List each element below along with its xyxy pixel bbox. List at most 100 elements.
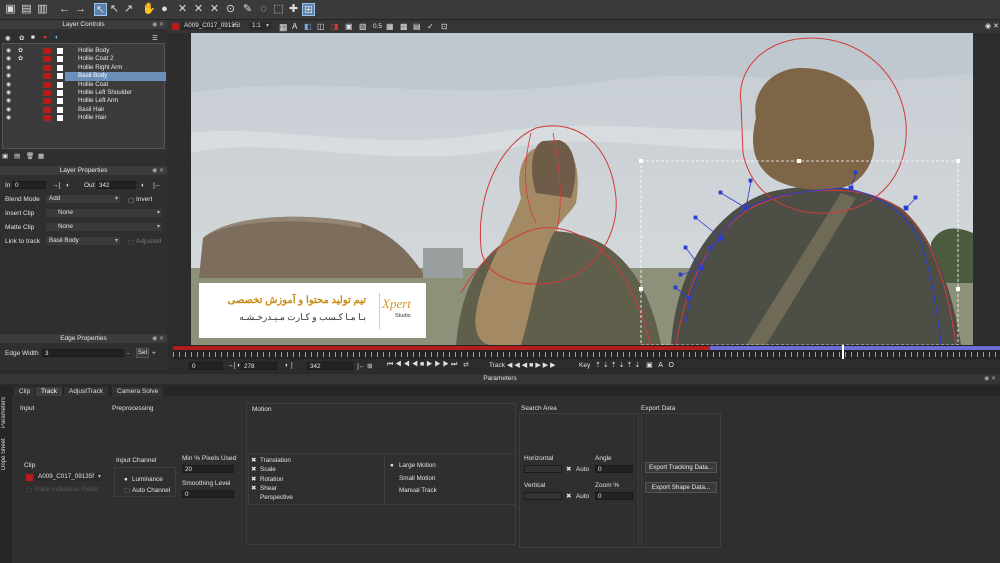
overlay-icon[interactable]: ◫ [317,22,325,31]
input-clip-select[interactable]: A009_C017_09135f [35,473,103,481]
zoom-tool-icon[interactable]: ● [158,3,171,16]
track-controls[interactable]: ◀◀◀■▶▶▶ [507,361,558,369]
layer-fill-swatch[interactable] [57,64,63,71]
crosshair-icon[interactable]: ✚ [287,3,300,16]
rect-icon[interactable]: ⬚ [272,3,285,16]
insert-clip-select[interactable]: None [46,209,162,217]
layer-color-swatch[interactable] [43,64,51,71]
playhead[interactable] [842,345,844,359]
side-tab-dope-sheet[interactable]: Dope Sheet [1,434,11,474]
view-mode-icon[interactable]: ▧ [359,22,367,31]
edge-width-minus[interactable]: - [127,350,129,357]
trash-icon[interactable]: 🗑 [26,152,34,160]
invert-view-icon[interactable]: ▤ [413,22,421,31]
eye-icon[interactable]: ◉ [6,47,11,55]
tab-adjusttrack[interactable]: AdjustTrack [64,387,109,396]
gear-icon[interactable]: ✿ [18,55,23,63]
end-frame-field[interactable]: 342 [307,362,353,370]
layer-color-swatch[interactable] [43,73,51,80]
motion-option-checkbox[interactable]: ✖ [251,457,256,464]
frame-jump-icon[interactable]: ]← ⊞ [357,362,373,370]
auto-channel-checkbox[interactable]: ▢ [124,487,130,494]
ellipse-icon[interactable]: ⊙ [224,3,237,16]
alpha-icon[interactable]: A [292,22,297,31]
layer-row[interactable]: ◉ Hollie Left Arm [3,97,164,105]
layer-fill-swatch[interactable] [57,48,63,54]
onion-icon[interactable]: ▣ [345,22,353,31]
layer-color-swatch[interactable] [43,115,51,122]
palette-icon[interactable]: ◐ [55,34,59,41]
matte-icon[interactable]: ◨ [331,22,339,31]
layer-color-swatch[interactable] [43,98,51,105]
smoothing-field[interactable]: 0 [182,490,234,498]
min-pixels-field[interactable]: 20 [182,465,234,473]
edge-width-field[interactable]: 3 [42,349,124,357]
close-icon[interactable]: ◉ ✕ [984,374,996,384]
grid-icon[interactable]: ▦ [386,22,394,31]
layer-fill-swatch[interactable] [57,56,63,63]
eye-icon[interactable]: ◉ [6,97,11,105]
layer-fill-swatch[interactable] [57,90,63,96]
layer-row[interactable]: ◉ Hollie Left Shoulder [3,89,164,97]
lock-icon[interactable]: ■ [31,34,35,41]
check-icon[interactable]: ✓ [427,22,434,31]
layer-color-swatch[interactable] [43,90,51,96]
layer-row[interactable]: ◉ Hollie Right Arm [3,64,164,72]
track-individual-checkbox[interactable]: ▢ [26,486,32,494]
adjusted-checkbox[interactable]: ▢ [128,238,134,246]
eye-icon[interactable]: ◉ [6,114,11,122]
side-tab-parameters[interactable]: Parameters [1,392,11,432]
layer-fill-swatch[interactable] [57,115,63,122]
out-set-icon[interactable]: ]← [153,182,161,189]
playback-controls[interactable]: ⏮◀◀◀■▶▶▶⏭ ⇄ [387,361,471,369]
red-channel-icon[interactable]: ▦ [279,22,288,33]
clip-select[interactable]: A009_C017_09135I [181,22,240,30]
layer-row[interactable]: ◉ Hollie Hair [3,114,164,122]
lasso-icon[interactable]: ◌ [257,3,270,16]
close-icon[interactable]: ◉ ✕ [152,167,164,176]
tab-track[interactable]: Track [36,387,63,396]
layer-fill-swatch[interactable] [57,106,63,113]
layer-row[interactable]: ◉ Hollie Coat [3,81,164,89]
transform-icon[interactable]: ⊞ [302,3,315,16]
list-menu-icon[interactable]: ☰ [152,34,158,42]
layer-color-swatch[interactable] [43,56,51,63]
blend-mode-select[interactable]: Add [46,195,120,203]
eye-icon[interactable]: ◉ [6,81,11,89]
layer-row[interactable]: ◉ Basil Hair [3,106,164,114]
eye-icon[interactable]: ◉ [6,55,11,63]
set-out-icon[interactable]: ◐ ] [285,362,293,369]
set-in-icon[interactable]: →[ ◐ [227,362,241,369]
layer-fill-swatch[interactable] [57,73,63,80]
select-points-icon[interactable]: ↖ [108,3,121,16]
bspline-icon[interactable]: ✕ [192,3,205,16]
pen-icon[interactable]: ✎ [241,3,254,16]
set-button[interactable]: Set [136,348,149,358]
timeline[interactable] [173,345,1000,359]
save-icon[interactable]: ▤ [20,3,33,16]
undo-icon[interactable]: ← [58,3,71,16]
folder-icon[interactable]: ▤ [14,152,20,160]
start-frame-field[interactable]: 0 [189,362,223,370]
select-tool-icon[interactable]: ↖ [94,3,107,16]
new-layer-icon[interactable]: ▣ [2,152,8,160]
layer-row[interactable]: ◉ Basil Body [3,72,166,81]
bezier-x-icon[interactable]: ✕ [176,3,189,16]
magnet-icon[interactable]: ✕ [208,3,221,16]
motion-option-checkbox[interactable]: ✖ [251,466,256,473]
motion-option-checkbox[interactable]: ✖ [251,485,256,492]
viewer-close-icon[interactable]: ◉ ✕ [985,22,999,30]
hand-tool-icon[interactable]: ✋ [142,3,156,16]
eye-icon[interactable]: ◉ [6,89,11,97]
color-icon[interactable]: ● [43,34,47,41]
matte-clip-select[interactable]: None [46,223,162,231]
luminance-radio[interactable]: ● [124,476,128,483]
luma-icon[interactable]: ◧ [304,22,312,31]
layer-color-swatch[interactable] [43,106,51,113]
tool-settings-icon[interactable]: ⊡ [441,22,448,31]
gear-icon[interactable]: ✿ [18,47,23,55]
layer-color-swatch[interactable] [43,81,51,88]
zoom-select[interactable]: 1:1 [249,22,271,30]
motion-type-radio[interactable]: ● [390,462,394,469]
layer-row[interactable]: ◉ ✿ Hollie Body [3,47,164,55]
